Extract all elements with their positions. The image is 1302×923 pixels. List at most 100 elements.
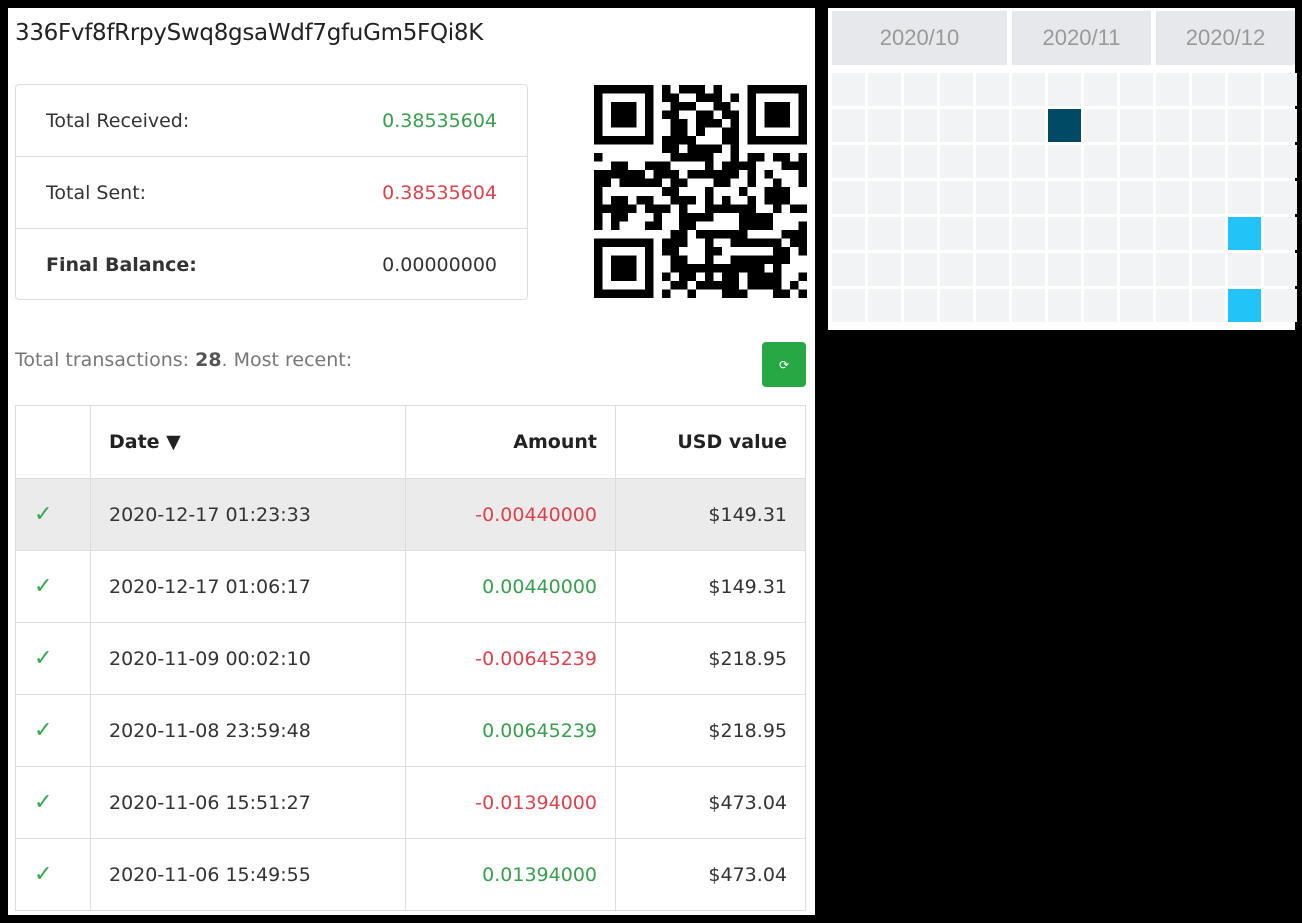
calendar-day[interactable]	[1264, 109, 1297, 142]
calendar-day[interactable]	[1084, 217, 1117, 250]
calendar-day[interactable]	[1120, 145, 1153, 178]
calendar-day[interactable]	[1048, 73, 1081, 106]
tx-date[interactable]: 2020-11-08 23:59:48	[90, 694, 406, 767]
calendar-day[interactable]	[868, 109, 901, 142]
calendar-day[interactable]	[1192, 253, 1225, 286]
calendar-day-active[interactable]	[1228, 217, 1261, 250]
calendar-day[interactable]	[940, 181, 973, 214]
calendar-day[interactable]	[1264, 73, 1297, 106]
calendar-day[interactable]	[1012, 181, 1045, 214]
calendar-day[interactable]	[1228, 145, 1261, 178]
calendar-day[interactable]	[976, 289, 1009, 322]
table-row[interactable]: ✓ 2020-11-08 23:59:48 0.00645239 $218.95	[15, 694, 806, 767]
amount-header[interactable]: Amount	[405, 405, 616, 479]
calendar-day[interactable]	[1012, 217, 1045, 250]
calendar-day[interactable]	[868, 145, 901, 178]
calendar-day[interactable]	[868, 289, 901, 322]
calendar-day[interactable]	[1084, 181, 1117, 214]
calendar-day[interactable]	[940, 109, 973, 142]
table-row[interactable]: ✓ 2020-11-06 15:51:27 -0.01394000 $473.0…	[15, 766, 806, 839]
calendar-day[interactable]	[832, 289, 865, 322]
calendar-day[interactable]	[832, 253, 865, 286]
calendar-day[interactable]	[1084, 289, 1117, 322]
calendar-day[interactable]	[1192, 73, 1225, 106]
calendar-day[interactable]	[1084, 73, 1117, 106]
table-row[interactable]: ✓ 2020-11-06 15:49:55 0.01394000 $473.04	[15, 838, 806, 911]
table-row[interactable]: ✓ 2020-12-17 01:23:33 -0.00440000 $149.3…	[15, 478, 806, 551]
calendar-day-active[interactable]	[1228, 289, 1261, 322]
calendar-day[interactable]	[1048, 145, 1081, 178]
table-row[interactable]: ✓ 2020-12-17 01:06:17 0.00440000 $149.31	[15, 550, 806, 623]
calendar-day[interactable]	[976, 145, 1009, 178]
calendar-day[interactable]	[868, 253, 901, 286]
calendar-day[interactable]	[904, 109, 937, 142]
calendar-day[interactable]	[1048, 253, 1081, 286]
calendar-day[interactable]	[868, 73, 901, 106]
calendar-day[interactable]	[1120, 181, 1153, 214]
calendar-day[interactable]	[1192, 289, 1225, 322]
tx-date[interactable]: 2020-11-09 00:02:10	[90, 622, 406, 695]
calendar-day[interactable]	[1264, 145, 1297, 178]
calendar-day[interactable]	[1264, 181, 1297, 214]
calendar-day[interactable]	[868, 217, 901, 250]
calendar-day[interactable]	[976, 73, 1009, 106]
calendar-day[interactable]	[976, 217, 1009, 250]
calendar-day[interactable]	[1228, 109, 1261, 142]
calendar-day[interactable]	[1156, 145, 1189, 178]
calendar-day[interactable]	[1228, 181, 1261, 214]
table-row[interactable]: ✓ 2020-11-09 00:02:10 -0.00645239 $218.9…	[15, 622, 806, 695]
date-header[interactable]: Date ▼	[90, 405, 406, 479]
calendar-day[interactable]	[1012, 109, 1045, 142]
calendar-day[interactable]	[940, 145, 973, 178]
calendar-day[interactable]	[1048, 217, 1081, 250]
calendar-day[interactable]	[1120, 217, 1153, 250]
calendar-day[interactable]	[832, 109, 865, 142]
calendar-day[interactable]	[1156, 217, 1189, 250]
calendar-day[interactable]	[1192, 109, 1225, 142]
tx-date[interactable]: 2020-11-06 15:49:55	[90, 838, 406, 911]
calendar-day[interactable]	[904, 73, 937, 106]
calendar-day[interactable]	[868, 181, 901, 214]
calendar-day[interactable]	[832, 181, 865, 214]
usd-header[interactable]: USD value	[615, 405, 806, 479]
calendar-day[interactable]	[904, 181, 937, 214]
refresh-button[interactable]: ⟳	[762, 342, 806, 387]
calendar-day[interactable]	[1012, 253, 1045, 286]
calendar-day[interactable]	[1156, 289, 1189, 322]
calendar-day[interactable]	[904, 145, 937, 178]
calendar-day[interactable]	[832, 73, 865, 106]
calendar-day[interactable]	[1156, 109, 1189, 142]
calendar-day[interactable]	[940, 253, 973, 286]
calendar-day[interactable]	[1228, 73, 1261, 106]
calendar-day[interactable]	[1084, 145, 1117, 178]
calendar-day[interactable]	[1156, 253, 1189, 286]
calendar-day[interactable]	[1192, 217, 1225, 250]
calendar-day[interactable]	[940, 217, 973, 250]
calendar-day[interactable]	[1156, 181, 1189, 214]
calendar-day[interactable]	[1264, 217, 1297, 250]
calendar-day[interactable]	[1012, 73, 1045, 106]
calendar-day[interactable]	[976, 253, 1009, 286]
calendar-day[interactable]	[904, 217, 937, 250]
calendar-day[interactable]	[1156, 73, 1189, 106]
calendar-day[interactable]	[1192, 145, 1225, 178]
calendar-day[interactable]	[904, 253, 937, 286]
tx-date[interactable]: 2020-12-17 01:23:33	[90, 478, 406, 551]
calendar-day[interactable]	[940, 73, 973, 106]
tx-date[interactable]: 2020-11-06 15:51:27	[90, 766, 406, 839]
calendar-day[interactable]	[904, 289, 937, 322]
calendar-day[interactable]	[1192, 181, 1225, 214]
calendar-day[interactable]	[1120, 109, 1153, 142]
calendar-day[interactable]	[976, 109, 1009, 142]
calendar-day[interactable]	[1048, 181, 1081, 214]
calendar-day[interactable]	[1048, 289, 1081, 322]
calendar-day[interactable]	[1084, 253, 1117, 286]
calendar-day[interactable]	[1012, 289, 1045, 322]
calendar-day[interactable]	[1228, 253, 1261, 286]
calendar-day[interactable]	[832, 145, 865, 178]
calendar-day[interactable]	[1264, 253, 1297, 286]
calendar-day[interactable]	[1084, 109, 1117, 142]
calendar-day[interactable]	[832, 217, 865, 250]
calendar-day[interactable]	[1012, 145, 1045, 178]
tx-date[interactable]: 2020-12-17 01:06:17	[90, 550, 406, 623]
